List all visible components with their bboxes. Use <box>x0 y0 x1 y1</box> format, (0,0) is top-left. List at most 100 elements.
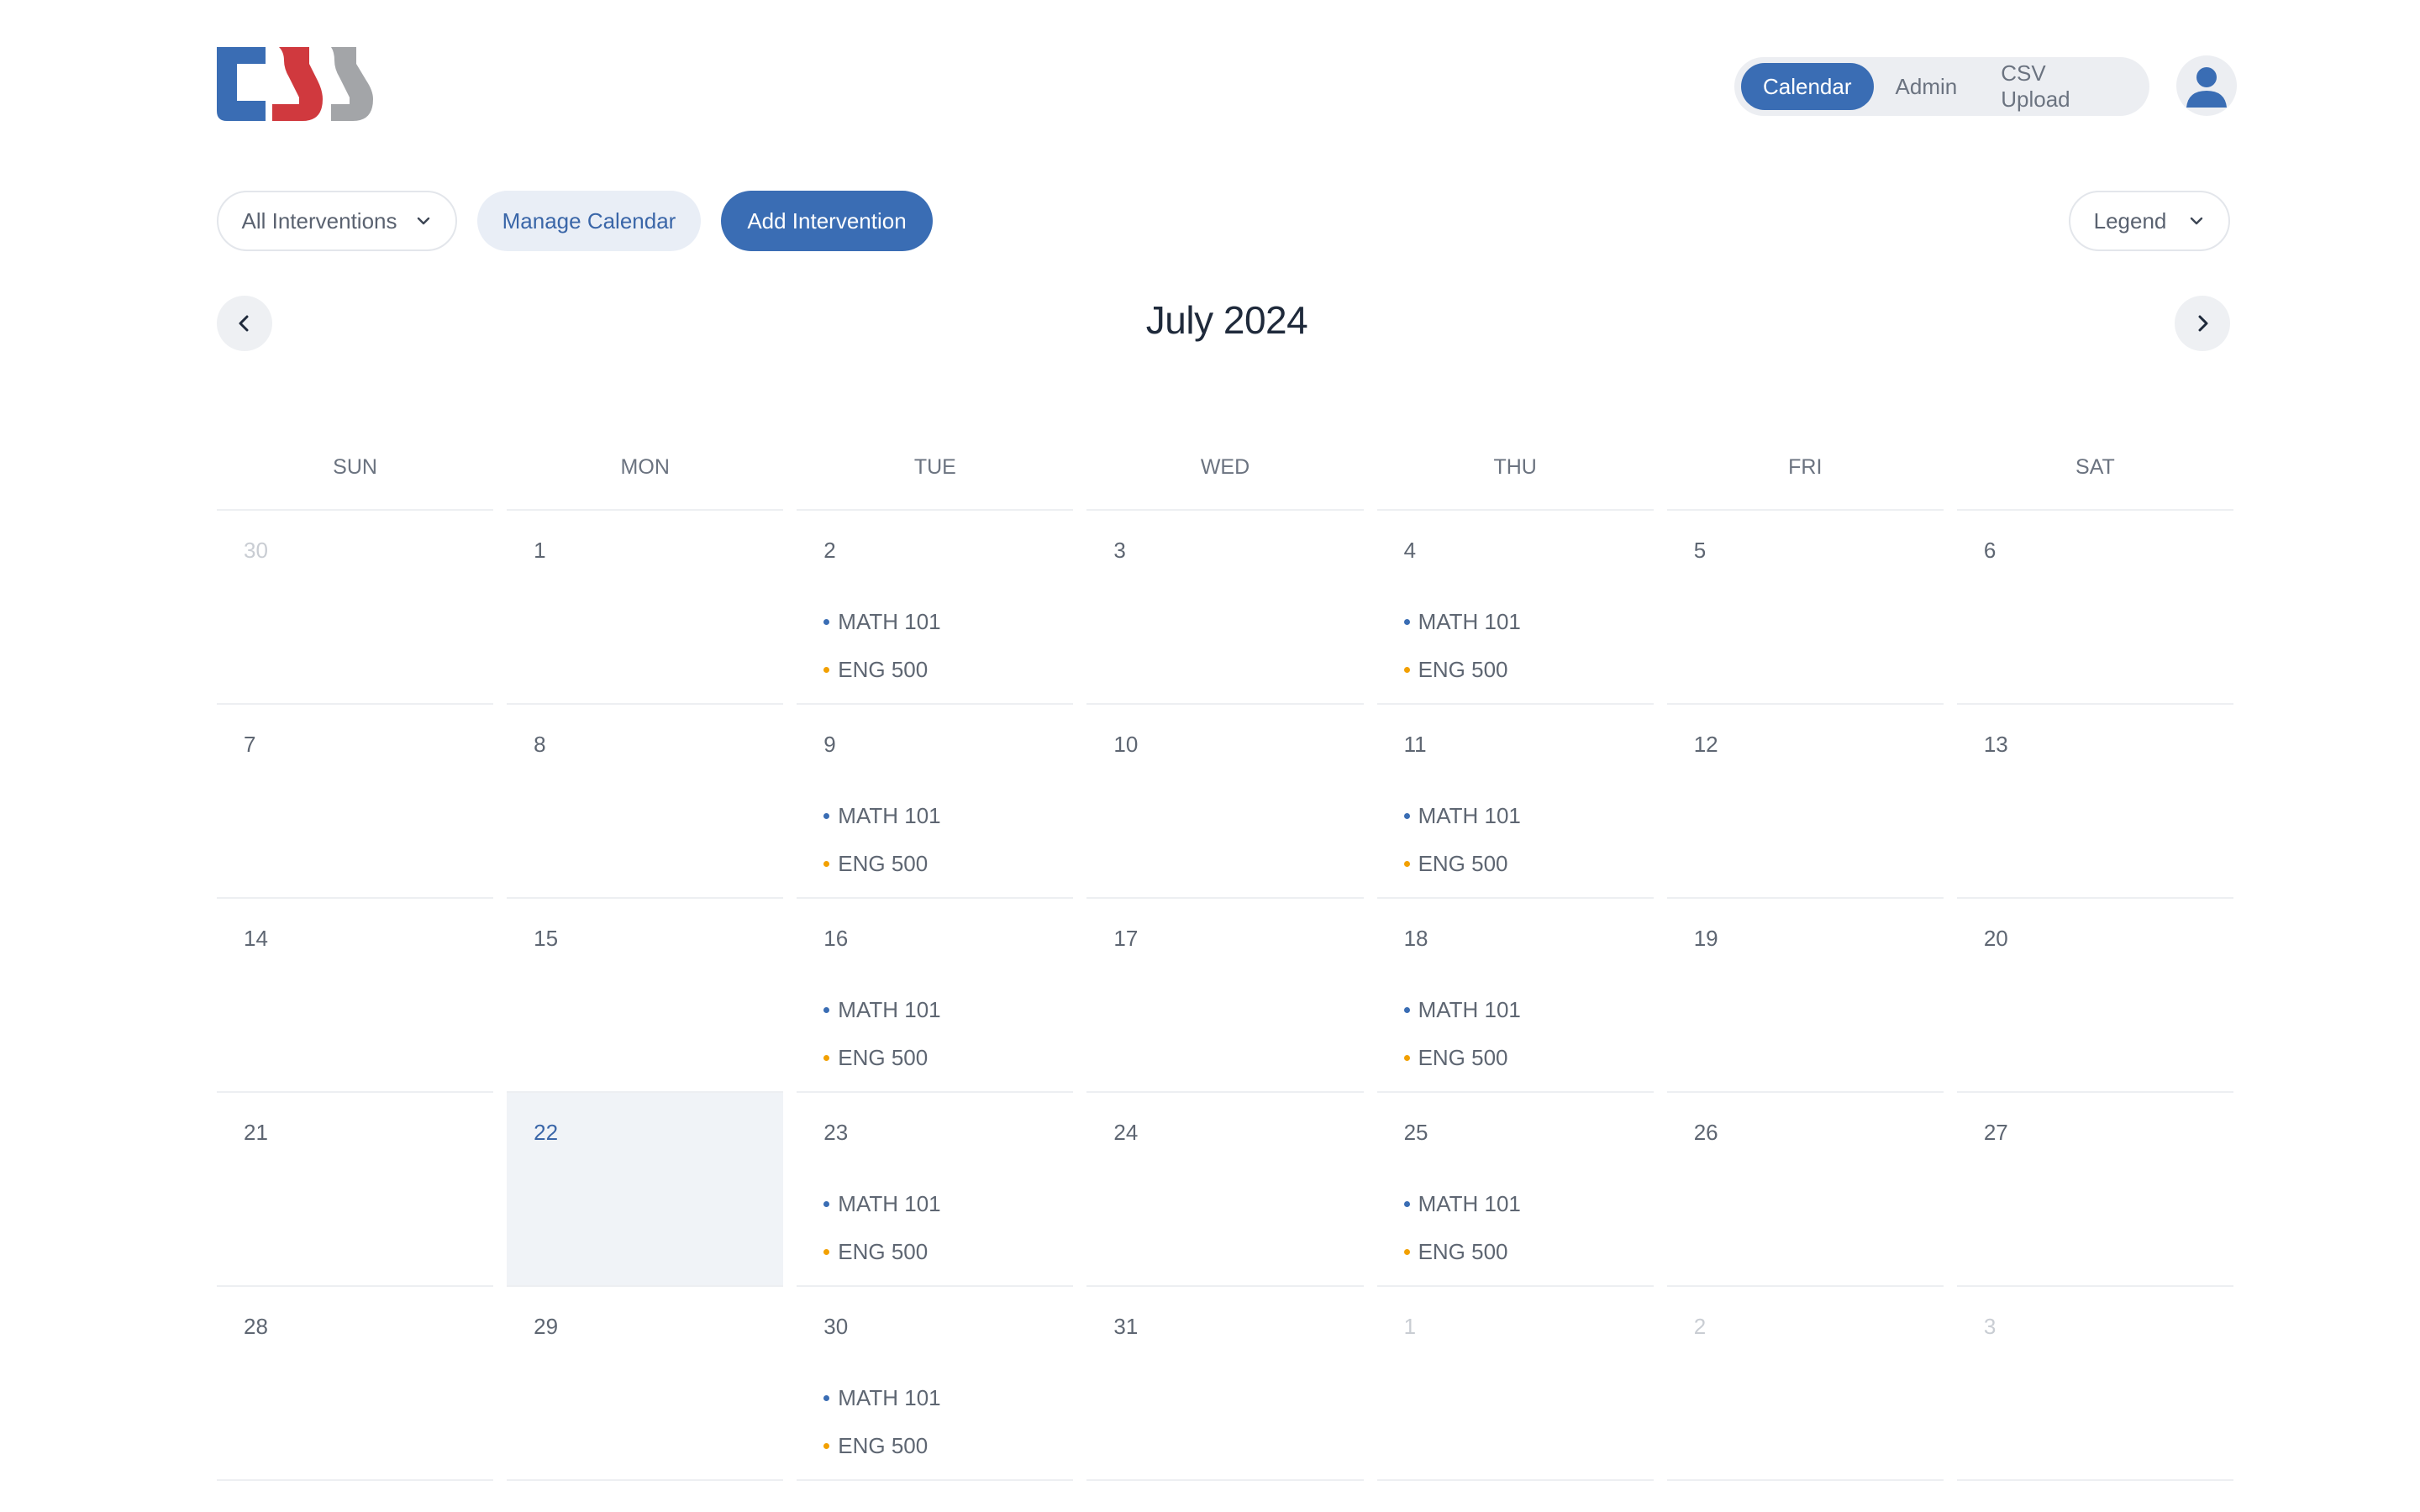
day-cell[interactable]: 14 <box>217 899 494 1093</box>
day-number: 31 <box>1113 1314 1139 1339</box>
day-cell[interactable]: 11 MATH 101 ENG 500 <box>1376 705 1654 899</box>
day-number: 29 <box>534 1314 559 1339</box>
event-item[interactable]: ENG 500 <box>823 646 940 694</box>
event-item[interactable]: ENG 500 <box>823 1422 940 1470</box>
event-dot-icon <box>823 861 830 867</box>
day-cell[interactable]: 17 <box>1086 899 1364 1093</box>
weekday-label: MON <box>507 444 784 511</box>
day-cell[interactable]: 1 <box>507 511 784 705</box>
day-cell[interactable]: 8 <box>507 705 784 899</box>
add-intervention-button[interactable]: Add Intervention <box>721 191 933 251</box>
event-label: ENG 500 <box>838 1045 929 1070</box>
weekday-label: THU <box>1376 444 1654 511</box>
event-list: MATH 101 ENG 500 <box>823 598 941 694</box>
event-item[interactable]: ENG 500 <box>823 840 940 888</box>
event-item[interactable]: MATH 101 <box>1403 1180 1521 1228</box>
day-cell[interactable]: 1 <box>1376 1287 1654 1481</box>
event-label: MATH 101 <box>838 997 941 1022</box>
event-item[interactable]: MATH 101 <box>823 1180 941 1228</box>
event-item[interactable]: MATH 101 <box>1403 792 1521 840</box>
event-item[interactable]: MATH 101 <box>823 1374 941 1422</box>
weekday-label: WED <box>1086 444 1364 511</box>
event-item[interactable]: ENG 500 <box>1403 646 1521 694</box>
day-cell[interactable]: 30 <box>217 511 494 705</box>
event-list: MATH 101 ENG 500 <box>823 1374 941 1470</box>
event-item[interactable]: ENG 500 <box>823 1228 940 1276</box>
event-dot-icon <box>1403 813 1410 819</box>
day-cell[interactable]: 12 <box>1666 705 1944 899</box>
day-number: 17 <box>1113 926 1139 951</box>
tss-logo[interactable] <box>217 47 375 123</box>
event-dot-icon <box>1403 619 1410 625</box>
day-cell-today[interactable]: 22 <box>507 1093 784 1287</box>
day-cell[interactable]: 28 <box>217 1287 494 1481</box>
weekday-header: SUN MON TUE WED THU FRI SAT <box>217 444 2233 511</box>
day-cell[interactable]: 19 <box>1666 899 1944 1093</box>
event-dot-icon <box>823 1395 830 1401</box>
day-cell[interactable]: 13 <box>1956 705 2233 899</box>
day-number: 27 <box>1983 1120 2008 1145</box>
tab-admin[interactable]: Admin <box>1874 63 1980 110</box>
event-item[interactable]: MATH 101 <box>823 986 941 1034</box>
day-cell[interactable]: 7 <box>217 705 494 899</box>
day-number: 10 <box>1113 732 1139 757</box>
logo-mark <box>217 47 373 121</box>
event-item[interactable]: MATH 101 <box>1403 986 1521 1034</box>
event-label: ENG 500 <box>838 1239 929 1264</box>
day-cell[interactable]: 18 MATH 101 ENG 500 <box>1376 899 1654 1093</box>
day-number: 30 <box>244 538 268 563</box>
day-cell[interactable]: 30 MATH 101 ENG 500 <box>797 1287 1074 1481</box>
event-item[interactable]: ENG 500 <box>1403 1228 1521 1276</box>
day-cell[interactable]: 29 <box>507 1287 784 1481</box>
day-cell[interactable]: 2 <box>1666 1287 1944 1481</box>
tab-calendar[interactable]: Calendar <box>1741 63 1874 110</box>
previous-month-button[interactable] <box>217 296 272 351</box>
legend-dropdown[interactable]: Legend <box>2069 191 2230 251</box>
event-list: MATH 101 ENG 500 <box>1403 986 1521 1082</box>
day-cell[interactable]: 10 <box>1086 705 1364 899</box>
day-cell[interactable]: 25 MATH 101 ENG 500 <box>1376 1093 1654 1287</box>
day-cell[interactable]: 26 <box>1666 1093 1944 1287</box>
day-cell[interactable]: 16 MATH 101 ENG 500 <box>797 899 1074 1093</box>
event-dot-icon <box>1403 1007 1410 1013</box>
day-cell[interactable]: 15 <box>507 899 784 1093</box>
day-cell[interactable]: 27 <box>1956 1093 2233 1287</box>
event-dot-icon <box>1403 1249 1410 1255</box>
event-label: MATH 101 <box>1418 803 1521 828</box>
day-cell[interactable]: 24 <box>1086 1093 1364 1287</box>
day-cell[interactable]: 6 <box>1956 511 2233 705</box>
user-avatar[interactable] <box>2176 55 2237 116</box>
day-number: 19 <box>1693 926 1718 951</box>
day-cell[interactable]: 5 <box>1666 511 1944 705</box>
day-cell[interactable]: 31 <box>1086 1287 1364 1481</box>
day-number: 16 <box>823 926 849 951</box>
day-number: 13 <box>1983 732 2008 757</box>
next-month-button[interactable] <box>2175 296 2230 351</box>
day-number: 21 <box>244 1120 268 1145</box>
event-item[interactable]: ENG 500 <box>823 1034 940 1082</box>
manage-calendar-button[interactable]: Manage Calendar <box>477 191 701 251</box>
event-dot-icon <box>823 1249 830 1255</box>
event-item[interactable]: MATH 101 <box>823 598 941 646</box>
day-cell[interactable]: 3 <box>1086 511 1364 705</box>
event-item[interactable]: MATH 101 <box>1403 598 1521 646</box>
event-dot-icon <box>823 667 830 673</box>
day-cell[interactable]: 9 MATH 101 ENG 500 <box>797 705 1074 899</box>
event-dot-icon <box>823 619 830 625</box>
event-item[interactable]: ENG 500 <box>1403 840 1521 888</box>
day-cell[interactable]: 4 MATH 101 ENG 500 <box>1376 511 1654 705</box>
event-item[interactable]: ENG 500 <box>1403 1034 1521 1082</box>
event-label: ENG 500 <box>838 851 929 876</box>
day-number: 2 <box>1693 1314 1707 1339</box>
tab-csv-upload[interactable]: CSV Upload <box>1979 60 2143 112</box>
day-cell[interactable]: 3 <box>1956 1287 2233 1481</box>
day-cell[interactable]: 2 MATH 101 ENG 500 <box>797 511 1074 705</box>
day-cell[interactable]: 23 MATH 101 ENG 500 <box>797 1093 1074 1287</box>
day-cell[interactable]: 20 <box>1956 899 2233 1093</box>
interventions-filter-dropdown[interactable]: All Interventions <box>217 191 457 251</box>
event-list: MATH 101 ENG 500 <box>1403 792 1521 888</box>
event-item[interactable]: MATH 101 <box>823 792 941 840</box>
filter-label: All Interventions <box>241 207 397 234</box>
day-cell[interactable]: 21 <box>217 1093 494 1287</box>
event-label: MATH 101 <box>838 609 941 634</box>
